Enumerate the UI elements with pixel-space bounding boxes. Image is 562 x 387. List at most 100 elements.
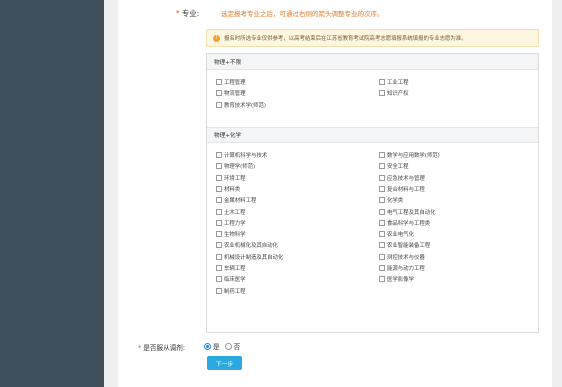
major-option-label: 工程管理 bbox=[224, 80, 246, 86]
radio-no[interactable] bbox=[224, 342, 232, 350]
major-option[interactable]: 农业智能装备工程 bbox=[379, 241, 430, 249]
notice-text: 报名时所选专业仅供参考，以高考结束后在江苏省教育考试院高考志愿填报系统填报的专业… bbox=[224, 36, 467, 42]
major-option[interactable]: 化学类 bbox=[379, 196, 403, 204]
checkbox[interactable] bbox=[379, 163, 385, 170]
major-option[interactable]: 工程管理 bbox=[216, 78, 246, 86]
major-option[interactable]: 工程力学 bbox=[216, 219, 246, 227]
major-option[interactable]: 能源与动力工程 bbox=[379, 264, 425, 272]
major-option[interactable]: 计算机科学与技术 bbox=[216, 151, 267, 159]
major-option[interactable]: 数学与应用数学(师范) bbox=[379, 151, 440, 159]
checkbox[interactable] bbox=[216, 185, 222, 192]
group-title: 物理+化学 bbox=[214, 133, 242, 139]
major-option-label: 农业智能装备工程 bbox=[387, 243, 431, 250]
major-option[interactable]: 教育技术学(师范) bbox=[216, 101, 266, 109]
adjust-no-option[interactable]: 否 bbox=[224, 341, 240, 351]
major-option[interactable]: 车辆工程 bbox=[216, 264, 246, 272]
major-field-label: * 专业: bbox=[176, 8, 199, 19]
major-option[interactable]: 金属材料工程 bbox=[216, 196, 256, 204]
radio-yes[interactable] bbox=[204, 342, 211, 350]
checkbox[interactable] bbox=[379, 90, 385, 97]
checkbox[interactable] bbox=[379, 253, 385, 260]
adjust-radio-group: 是 否 bbox=[204, 341, 245, 351]
checkbox[interactable] bbox=[216, 90, 222, 97]
major-option[interactable]: 复合材料与工程 bbox=[379, 185, 425, 193]
major-option[interactable]: 物流管理 bbox=[216, 89, 246, 97]
major-option[interactable]: 医学影像学 bbox=[379, 275, 414, 283]
major-option[interactable]: 电气工程及其自动化 bbox=[379, 208, 436, 216]
major-option-label: 车辆工程 bbox=[224, 266, 246, 272]
checkbox[interactable] bbox=[216, 152, 222, 158]
major-option-label: 机械设计制造及其自动化 bbox=[224, 254, 284, 261]
left-sidebar bbox=[0, 0, 104, 387]
notice-banner: ! 报名时所选专业仅供参考，以高考结束后在江苏省教育考试院高考志愿填报系统填报的… bbox=[206, 29, 539, 47]
checkbox[interactable] bbox=[216, 197, 222, 204]
application-form: * 专业: 选定报考专业之后，可通过右侧的箭头调整专业的次序。 ! 报名时所选专业… bbox=[118, 0, 552, 387]
major-option-label: 生物科学 bbox=[224, 232, 246, 239]
checkbox[interactable] bbox=[216, 242, 222, 249]
major-option-label: 数学与应用数学(师范) bbox=[387, 153, 440, 159]
major-option-label: 能源与动力工程 bbox=[387, 266, 425, 272]
major-option[interactable]: 工业工程 bbox=[379, 78, 409, 86]
checkbox[interactable] bbox=[379, 265, 385, 271]
major-option[interactable]: 安全工程 bbox=[379, 162, 409, 170]
major-option-label: 金属材料工程 bbox=[224, 198, 257, 205]
major-option[interactable]: 机械设计制造及其自动化 bbox=[216, 253, 283, 261]
major-option[interactable]: 应急技术与管理 bbox=[379, 174, 425, 182]
major-option-label: 临床医学 bbox=[224, 277, 246, 284]
major-option[interactable]: 农业机械化及其自动化 bbox=[216, 241, 278, 249]
major-option-label: 物流管理 bbox=[224, 91, 246, 98]
checkbox[interactable] bbox=[216, 79, 222, 85]
checkbox[interactable] bbox=[379, 174, 385, 181]
major-option-label: 医学影像学 bbox=[387, 277, 414, 284]
checkbox[interactable] bbox=[216, 231, 222, 238]
checkbox[interactable] bbox=[216, 208, 222, 215]
checkbox[interactable] bbox=[379, 152, 385, 158]
major-option-label: 物理学(师范) bbox=[224, 164, 256, 171]
major-option-label: 食品科学与工程类 bbox=[387, 220, 431, 227]
adjust-yes-option[interactable]: 是 bbox=[204, 341, 220, 351]
checkbox[interactable] bbox=[216, 101, 222, 108]
checkbox[interactable] bbox=[216, 219, 222, 226]
major-option[interactable]: 制药工程 bbox=[216, 287, 246, 295]
major-option-label: 安全工程 bbox=[387, 164, 409, 171]
checkbox[interactable] bbox=[216, 287, 222, 294]
checkbox[interactable] bbox=[379, 208, 385, 215]
next-step-button[interactable]: 下一步 bbox=[207, 356, 242, 370]
checkbox[interactable] bbox=[379, 185, 385, 192]
checkbox[interactable] bbox=[216, 265, 222, 271]
major-option-label: 土木工程 bbox=[224, 209, 246, 216]
major-selection-box: 物理+不限 工程管理 工业工程 物流管理 知识产权 教育技术学(师范) 物理+化学 计算… bbox=[206, 53, 539, 333]
major-option[interactable]: 物理学(师范) bbox=[216, 162, 255, 170]
checkbox[interactable] bbox=[379, 242, 385, 249]
major-option[interactable]: 环境工程 bbox=[216, 174, 246, 182]
major-option[interactable]: 知识产权 bbox=[379, 89, 409, 97]
major-option-label: 农业机械化及其自动化 bbox=[224, 243, 278, 250]
checkbox[interactable] bbox=[216, 174, 222, 181]
major-option-label: 工程力学 bbox=[224, 220, 246, 227]
checkbox[interactable] bbox=[216, 253, 222, 260]
major-option-label: 材料类 bbox=[224, 186, 241, 193]
adjust-label-text: 是否服从调剂: bbox=[143, 344, 186, 352]
checkbox[interactable] bbox=[379, 231, 385, 238]
major-option-label: 测控技术与仪器 bbox=[387, 254, 425, 261]
major-option[interactable]: 生物科学 bbox=[216, 230, 246, 238]
checkbox[interactable] bbox=[216, 163, 222, 170]
checkbox[interactable] bbox=[379, 219, 385, 226]
major-option[interactable]: 农业电气化 bbox=[379, 230, 414, 238]
required-mark: * bbox=[138, 344, 142, 352]
required-mark: * bbox=[176, 9, 180, 18]
major-option-label: 复合材料与工程 bbox=[387, 186, 425, 193]
checkbox[interactable] bbox=[379, 197, 385, 204]
major-option[interactable]: 材料类 bbox=[216, 185, 240, 193]
major-option[interactable]: 测控技术与仪器 bbox=[379, 253, 425, 261]
major-option[interactable]: 土木工程 bbox=[216, 208, 246, 216]
adjust-yes-label: 是 bbox=[213, 343, 220, 351]
major-order-hint: 选定报考专业之后，可通过右侧的箭头调整专业的次序。 bbox=[221, 10, 384, 18]
checkbox[interactable] bbox=[379, 276, 385, 283]
major-option[interactable]: 食品科学与工程类 bbox=[379, 219, 430, 227]
major-option-label: 环境工程 bbox=[224, 175, 246, 182]
checkbox[interactable] bbox=[216, 276, 222, 283]
major-option[interactable]: 临床医学 bbox=[216, 275, 246, 283]
checkbox[interactable] bbox=[379, 79, 385, 85]
group-header-physics-chemistry: 物理+化学 bbox=[207, 127, 538, 143]
